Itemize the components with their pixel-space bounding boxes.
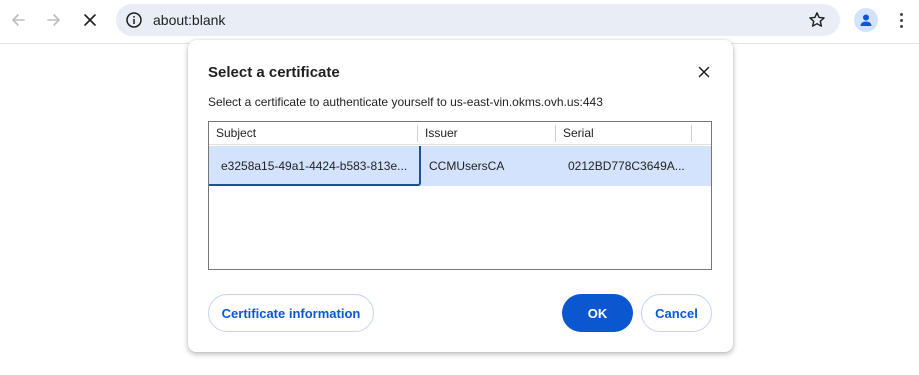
info-icon[interactable] (125, 11, 143, 29)
stop-loading-button[interactable] (75, 5, 105, 35)
dialog-description: Select a certificate to authenticate you… (208, 95, 603, 109)
column-header-serial[interactable]: Serial (556, 122, 691, 144)
arrow-back-icon (12, 14, 25, 26)
browser-toolbar: about:blank (0, 0, 919, 40)
column-divider[interactable] (691, 125, 692, 142)
close-icon (698, 66, 710, 78)
more-vert-icon[interactable] (893, 8, 909, 32)
forward-button[interactable] (39, 5, 69, 35)
cell-subject: e3258a15-49a1-4424-b583-813e... (221, 159, 408, 173)
column-header-issuer[interactable]: Issuer (418, 122, 555, 144)
star-icon[interactable] (808, 11, 826, 29)
dialog-close-button[interactable] (694, 62, 714, 82)
address-bar[interactable]: about:blank (116, 4, 840, 36)
close-icon (84, 14, 96, 26)
certificate-information-button[interactable]: Certificate information (208, 294, 374, 332)
dialog-title: Select a certificate (208, 64, 340, 81)
table-row[interactable]: e3258a15-49a1-4424-b583-813e... CCMUsers… (209, 146, 711, 186)
person-icon (860, 14, 872, 26)
table-header: Subject Issuer Serial (209, 122, 711, 145)
back-button[interactable] (3, 5, 33, 35)
cancel-button[interactable]: Cancel (641, 294, 712, 332)
profile-button[interactable] (854, 8, 878, 32)
cell-issuer: CCMUsersCA (429, 159, 505, 173)
certificate-table[interactable]: Subject Issuer Serial e3258a15-49a1-4424… (208, 121, 712, 270)
column-header-subject[interactable]: Subject (209, 122, 417, 144)
url-text[interactable]: about:blank (153, 12, 225, 28)
arrow-forward-icon (47, 14, 60, 26)
cell-serial: 0212BD778C3649A... (568, 159, 685, 173)
select-certificate-dialog: Select a certificate Select a certificat… (188, 40, 733, 352)
ok-button[interactable]: OK (562, 294, 633, 332)
